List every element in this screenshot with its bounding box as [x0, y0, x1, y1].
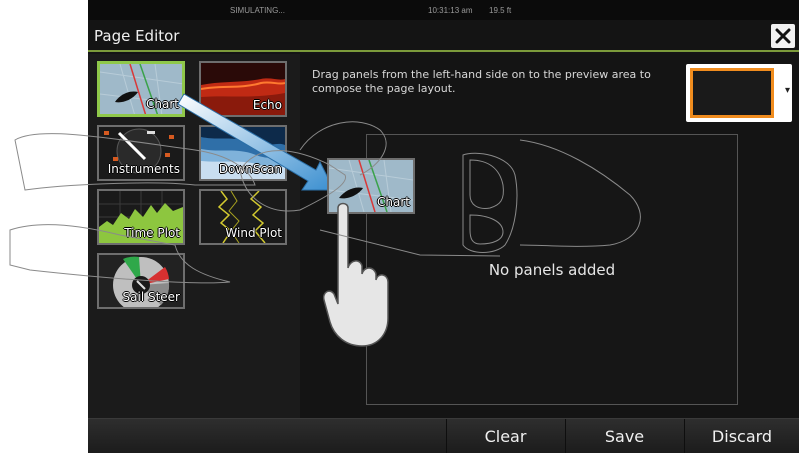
dropdown-arrow-icon: ▾ — [784, 85, 790, 96]
clear-button[interactable]: Clear — [446, 419, 564, 453]
panel-tile-windplot[interactable]: Wind Plot — [199, 189, 287, 245]
empty-state-text: No panels added — [488, 261, 616, 279]
status-bar: SIMULATING... 10:31:13 am 19.5 ft — [88, 0, 799, 20]
preview-drop-area[interactable]: No panels added — [366, 134, 738, 405]
layout-selector[interactable]: ▾ — [686, 64, 792, 122]
close-button[interactable] — [771, 24, 795, 48]
action-bar: Clear Save Discard — [88, 418, 799, 453]
panel-tile-label: Instruments — [107, 162, 180, 176]
simulating-indicator: SIMULATING... — [230, 6, 285, 15]
title-bar: Page Editor — [88, 20, 799, 52]
panel-tile-sailsteer[interactable]: Sail Steer — [97, 253, 185, 309]
panel-tile-downscan[interactable]: DownScan — [199, 125, 287, 181]
panel-tile-label: Wind Plot — [225, 226, 282, 240]
panel-tile-instruments[interactable]: Instruments — [97, 125, 185, 181]
device-screen: SIMULATING... 10:31:13 am 19.5 ft Page E… — [88, 0, 799, 453]
layout-preview-thumbnail — [690, 68, 774, 118]
panel-tile-label: Echo — [252, 98, 282, 112]
panel-tile-chart[interactable]: Chart — [97, 61, 185, 117]
depth-readout: 19.5 ft — [489, 6, 512, 15]
panel-tile-label: Sail Steer — [122, 290, 180, 304]
panel-tile-timeplot[interactable]: Time Plot — [97, 189, 185, 245]
clock: 10:31:13 am — [428, 6, 473, 15]
panel-tile-label: Time Plot — [124, 226, 180, 240]
page-title: Page Editor — [94, 27, 180, 45]
instruction-text: Drag panels from the left-hand side on t… — [312, 68, 651, 95]
panel-tile-label: Chart — [146, 97, 179, 111]
discard-button[interactable]: Discard — [684, 419, 799, 453]
close-icon — [775, 28, 791, 44]
panel-palette: Chart Echo Instruments DownScan Time Plo… — [88, 54, 300, 418]
panel-tile-label: DownScan — [218, 162, 282, 176]
hand-pointer-icon — [322, 202, 389, 347]
panel-tile-echo[interactable]: Echo — [199, 61, 287, 117]
save-button[interactable]: Save — [565, 419, 683, 453]
